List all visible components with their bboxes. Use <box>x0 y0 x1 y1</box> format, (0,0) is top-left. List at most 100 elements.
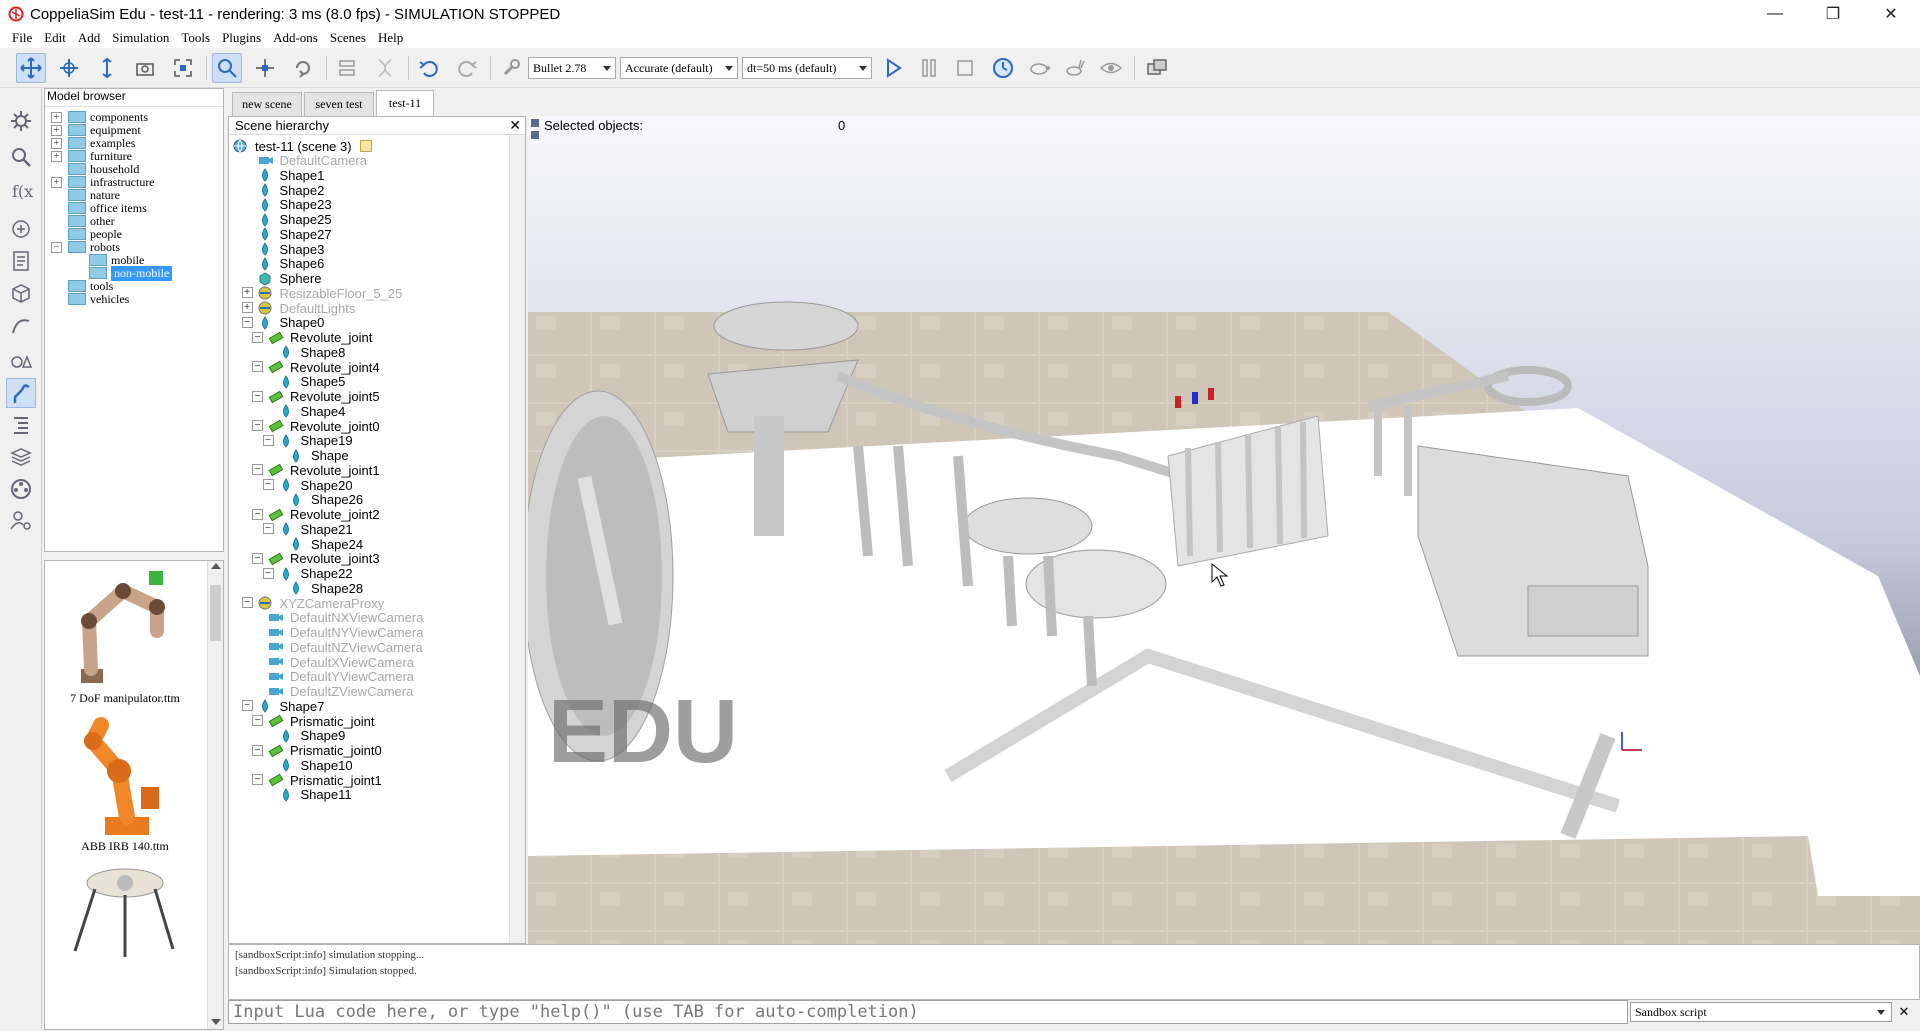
menu-simulation[interactable]: Simulation <box>106 30 175 46</box>
tab-test-11[interactable]: test-11 <box>376 90 434 116</box>
minimize-button[interactable]: — <box>1746 0 1804 28</box>
viewport-corner-handle[interactable] <box>530 118 540 128</box>
tab-new-scene[interactable]: new scene <box>232 92 302 116</box>
expander-icon[interactable]: + <box>51 150 62 162</box>
click-select-button[interactable] <box>212 53 242 83</box>
dynamics-toggle-button[interactable] <box>496 53 526 83</box>
chevron-down-icon <box>725 66 733 71</box>
scripts-button[interactable] <box>6 214 36 244</box>
tab-seven-test[interactable]: seven test <box>304 92 374 116</box>
camera-pan-button[interactable] <box>16 53 46 83</box>
simulation-settings-button[interactable] <box>6 106 36 136</box>
menu-scenes[interactable]: Scenes <box>324 30 372 46</box>
calculation-modules-button[interactable]: f(x) <box>6 176 36 206</box>
expander-icon[interactable]: − <box>51 241 62 253</box>
script-selector[interactable]: Sandbox script <box>1630 1002 1892 1022</box>
model-folder-vehicles[interactable]: vehicles <box>51 291 129 307</box>
user-settings-button[interactable] <box>6 506 36 536</box>
menu-help[interactable]: Help <box>372 30 409 46</box>
object-rotate-button[interactable] <box>288 53 318 83</box>
expander-icon[interactable]: − <box>252 744 263 756</box>
undo-button[interactable] <box>414 53 444 83</box>
robot-arm-icon <box>13 383 30 403</box>
video-recorder-button[interactable] <box>6 474 36 504</box>
selection-button[interactable] <box>6 344 36 374</box>
camera-shift-button[interactable] <box>92 53 122 83</box>
collision-detection-button[interactable] <box>6 142 36 172</box>
camera-angle-button[interactable] <box>130 53 160 83</box>
menu-edit[interactable]: Edit <box>38 30 72 46</box>
script-badge-icon[interactable] <box>359 140 372 152</box>
expander-icon[interactable]: + <box>241 287 253 299</box>
menu-plugins[interactable]: Plugins <box>216 30 267 46</box>
expander-icon[interactable]: − <box>252 508 263 520</box>
menu-add-ons[interactable]: Add-ons <box>267 30 324 46</box>
assemble-button[interactable] <box>332 53 362 83</box>
expander-icon[interactable]: − <box>241 700 253 712</box>
expander-icon[interactable]: − <box>252 331 263 343</box>
expander-icon[interactable]: + <box>51 111 62 123</box>
scroll-up-icon[interactable] <box>211 563 221 569</box>
timestep-select[interactable]: dt=50 ms (default) <box>742 57 872 79</box>
real-time-button[interactable] <box>988 53 1018 83</box>
expander-icon[interactable]: + <box>241 302 253 314</box>
expander-icon[interactable]: − <box>262 479 274 491</box>
main-toolbar: Bullet 2.78 Accurate (default) dt=50 ms … <box>0 48 1920 88</box>
console-close-button[interactable]: ✕ <box>1892 1002 1916 1022</box>
layers-button[interactable] <box>6 442 36 472</box>
scroll-down-icon[interactable] <box>211 1019 221 1025</box>
expander-icon[interactable]: − <box>252 361 263 373</box>
expander-icon[interactable]: − <box>252 390 263 402</box>
redo-button[interactable] <box>452 53 482 83</box>
scene-viewport[interactable]: EDU Selected objects: 0 <box>528 116 1920 944</box>
restore-button[interactable]: ❐ <box>1804 0 1862 28</box>
status-console: [sandboxScript:info] simulation stopping… <box>228 944 1920 1000</box>
object-properties-button[interactable] <box>6 246 36 276</box>
fit-to-view-button[interactable] <box>168 53 198 83</box>
menu-add[interactable]: Add <box>72 30 106 46</box>
viewport-corner-handle[interactable] <box>530 130 540 140</box>
expander-icon[interactable]: − <box>262 567 274 579</box>
expander-icon[interactable]: − <box>241 316 253 328</box>
menu-file[interactable]: File <box>6 30 38 46</box>
page-selector-button[interactable] <box>1142 53 1172 83</box>
stop-simulation-button[interactable] <box>950 53 980 83</box>
start-simulation-button[interactable] <box>878 53 908 83</box>
engine-accuracy-select[interactable]: Accurate (default) <box>620 57 738 79</box>
expander-icon[interactable]: − <box>252 774 263 786</box>
scene-hierarchy-toggle-button[interactable] <box>6 410 36 440</box>
slow-down-button[interactable] <box>1024 53 1054 83</box>
lua-command-input[interactable]: Input Lua code here, or type "help()" (u… <box>228 1000 1628 1024</box>
thumbnail-delta[interactable] <box>45 861 207 1031</box>
object-shift-button[interactable] <box>250 53 280 83</box>
expander-icon[interactable]: + <box>51 124 62 136</box>
model-browser-toggle-button[interactable] <box>6 378 36 408</box>
thumbnail-7dof[interactable]: 7 DoF manipulator.ttm <box>45 561 207 711</box>
transfer-dna-button[interactable] <box>370 53 400 83</box>
expander-icon[interactable]: − <box>262 523 274 535</box>
expander-icon[interactable]: − <box>262 434 274 446</box>
expander-icon[interactable]: − <box>252 420 263 432</box>
expander-icon[interactable]: − <box>241 597 253 609</box>
expander-icon[interactable]: + <box>51 137 62 149</box>
shape-edit-button[interactable] <box>6 278 36 308</box>
speed-up-button[interactable] <box>1060 53 1090 83</box>
physics-engine-select[interactable]: Bullet 2.78 <box>528 57 616 79</box>
expander-icon[interactable]: − <box>252 715 263 727</box>
path-edit-button[interactable] <box>6 310 36 340</box>
expander-icon[interactable]: − <box>252 464 263 476</box>
script-selector-value: Sandbox script <box>1635 1005 1707 1019</box>
pause-simulation-button[interactable] <box>914 53 944 83</box>
thumbnail-scrollbar[interactable] <box>207 561 223 1029</box>
expander-icon[interactable]: + <box>51 176 62 188</box>
thumbnail-abb-irb140[interactable]: ABB IRB 140.ttm <box>45 711 207 861</box>
hierarchy-scrollbar[interactable] <box>509 135 525 943</box>
visualization-toggle-button[interactable] <box>1096 53 1126 83</box>
close-icon[interactable]: ✕ <box>509 117 521 134</box>
expander-icon[interactable]: − <box>252 552 263 564</box>
close-button[interactable]: ✕ <box>1862 0 1920 28</box>
hierarchy-item[interactable]: Shape11 <box>279 786 352 804</box>
camera-rotate-button[interactable] <box>54 53 84 83</box>
menu-tools[interactable]: Tools <box>175 30 216 46</box>
scroll-thumb[interactable] <box>210 585 221 641</box>
